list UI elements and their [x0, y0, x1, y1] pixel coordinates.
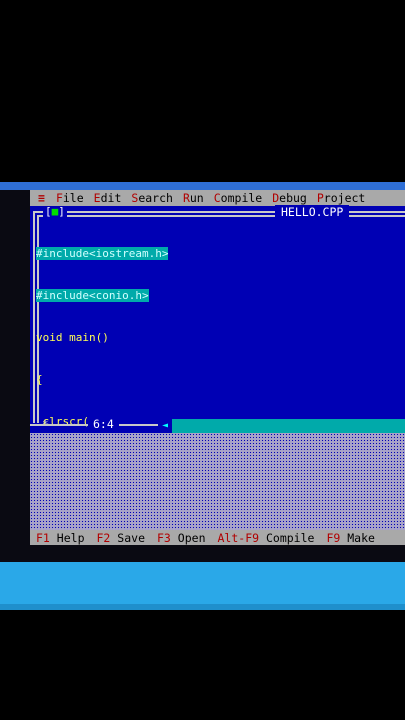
code-line[interactable]: #include<iostream.h> [36, 247, 169, 261]
horizontal-scrollbar[interactable]: ◄ [158, 419, 405, 433]
menu-compile[interactable]: Compile [209, 191, 267, 205]
window-close-box[interactable]: [■] [43, 206, 67, 218]
code-line[interactable]: { [36, 373, 168, 387]
menu-file[interactable]: File [51, 191, 89, 205]
fkey-help[interactable]: F1 Help [36, 531, 85, 545]
fkey-open[interactable]: F3 Open [157, 531, 206, 545]
monitor-bezel [0, 190, 30, 562]
fkey-make[interactable]: F9 Make [326, 531, 375, 545]
editor-status-line: * 6:4 ◄ [30, 417, 405, 433]
editor-file-title: HELLO.CPP [275, 205, 350, 219]
code-line[interactable]: void main() [36, 331, 168, 345]
modified-indicator: * [42, 418, 49, 431]
menu-edit[interactable]: Edit [89, 191, 127, 205]
turbo-cpp-window: ≡ File Edit Search Run Compile Debug Pro… [30, 190, 405, 545]
menu-debug[interactable]: Debug [267, 191, 312, 205]
code-line[interactable]: #include<conio.h> [36, 289, 168, 303]
fkey-compile[interactable]: Alt-F9 Compile [218, 531, 315, 545]
system-menu-icon[interactable]: ≡ [30, 191, 51, 205]
function-key-bar: F1 Help F2 Save F3 Open Alt-F9 Compile F… [30, 530, 405, 545]
host-taskbar [0, 562, 405, 610]
menu-run[interactable]: Run [178, 191, 209, 205]
ide-desktop-background [30, 433, 405, 530]
monitor-top-strip [0, 182, 405, 190]
monitor-bezel-bottom [0, 545, 405, 562]
fkey-save[interactable]: F2 Save [97, 531, 146, 545]
scroll-left-icon[interactable]: ◄ [158, 419, 172, 433]
cursor-position: 6:4 [88, 417, 119, 431]
menu-search[interactable]: Search [126, 191, 178, 205]
menu-project[interactable]: Project [312, 191, 370, 205]
menu-bar: ≡ File Edit Search Run Compile Debug Pro… [30, 190, 405, 206]
